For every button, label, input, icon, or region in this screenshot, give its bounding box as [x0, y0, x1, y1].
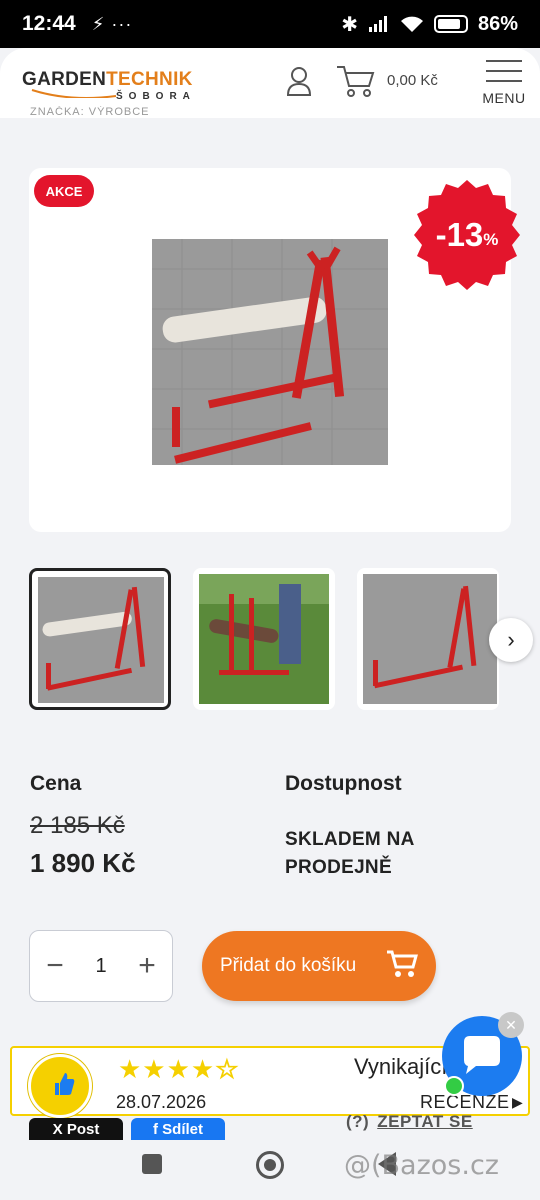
thumbnail-1-image: [38, 577, 164, 703]
battery-icon: [433, 15, 468, 33]
cart-icon: [387, 950, 418, 977]
status-right: ✱ 86%: [341, 12, 518, 37]
thumbs-up-icon: [55, 1073, 75, 1095]
user-account-icon[interactable]: [286, 66, 312, 96]
menu-label: MENU: [482, 90, 526, 106]
hamburger-icon-line: [486, 80, 522, 82]
discount-value: -13: [435, 216, 484, 253]
hamburger-icon-line: [486, 70, 522, 72]
rating-label: Vynikající: [354, 1054, 448, 1079]
logo-text-garden: GARDEN: [22, 68, 107, 90]
gardentechnik-logo[interactable]: GARDENTECHNIK ŠOBORA: [22, 68, 212, 102]
online-indicator: [444, 1076, 464, 1096]
logo-swoosh-icon: [31, 88, 117, 98]
star-empty-icon: ☆: [215, 1054, 240, 1085]
thumbnail-2-image: [199, 574, 329, 704]
status-bar: 12:44 ⚡ ··· ✱ 86%: [0, 0, 540, 48]
add-to-cart-button[interactable]: Přidat do košíku: [202, 931, 436, 1001]
sale-badge: AKCE: [34, 175, 94, 207]
clock: 12:44: [22, 12, 76, 35]
battery-level: 86%: [477, 12, 518, 35]
price-heading: Cena: [30, 772, 82, 795]
old-price: 2 185 Kč: [30, 812, 125, 839]
quantity-decrease-button[interactable]: −: [42, 951, 68, 981]
thumbnail-1[interactable]: [29, 568, 171, 710]
chevron-right-icon: ›: [507, 627, 515, 652]
shopping-cart-icon[interactable]: [336, 64, 376, 98]
signal-icon: [368, 16, 387, 32]
hamburger-icon: [486, 60, 522, 62]
thumbnail-3-image: [363, 574, 497, 704]
add-to-cart-label: Přidat do košíku: [220, 955, 357, 976]
breadcrumb[interactable]: ZNAČKA: VÝROBCE: [30, 106, 150, 118]
home-icon[interactable]: [256, 1151, 284, 1179]
quantity-increase-button[interactable]: +: [134, 951, 160, 981]
share-x-button[interactable]: X Post: [29, 1118, 123, 1140]
thumbnail-gallery: [0, 568, 540, 712]
bazos-watermark: @(Bazos.cz: [344, 1150, 499, 1181]
quantity-input[interactable]: 1: [95, 955, 106, 978]
question-icon: (?): [346, 1112, 370, 1131]
share-facebook-button[interactable]: f Sdílet: [131, 1118, 225, 1140]
rating-stars: ★★★★☆: [118, 1054, 240, 1085]
current-price: 1 890 Kč: [30, 848, 136, 878]
thumbnail-2[interactable]: [193, 568, 335, 710]
availability-status: SKLADEM NA PRODEJNĚ: [285, 829, 414, 878]
logo-text-technik: TECHNIK: [106, 68, 193, 90]
sawhorse-photo: [152, 239, 388, 465]
play-arrow-icon: ▶: [512, 1094, 523, 1110]
availability-heading: Dostupnost: [285, 772, 402, 795]
menu-button[interactable]: MENU: [480, 58, 528, 112]
thumbnail-3[interactable]: [357, 568, 499, 710]
discount-badge: -13%: [410, 178, 524, 292]
wifi-icon: [400, 16, 423, 32]
award-seal-icon: [28, 1054, 92, 1118]
chat-close-button[interactable]: ✕: [498, 1012, 524, 1038]
discount-unit: %: [483, 230, 499, 249]
recent-apps-icon[interactable]: [142, 1154, 162, 1174]
quantity-stepper: − 1 +: [29, 930, 173, 1002]
award-date: 28.07.2026: [116, 1092, 207, 1112]
notification-icons: ⚡ ···: [91, 13, 133, 34]
ask-question-label: ZEPTAT SE: [377, 1112, 473, 1131]
ask-question-link[interactable]: (?) ZEPTAT SE: [346, 1112, 473, 1134]
cart-total[interactable]: 0,00 Kč: [387, 72, 438, 89]
bluetooth-icon: ✱: [341, 13, 358, 36]
gallery-next-button[interactable]: ›: [489, 618, 533, 662]
logo-subtitle: ŠOBORA: [116, 90, 196, 102]
star-filled-icon: ★★★★: [118, 1054, 216, 1084]
